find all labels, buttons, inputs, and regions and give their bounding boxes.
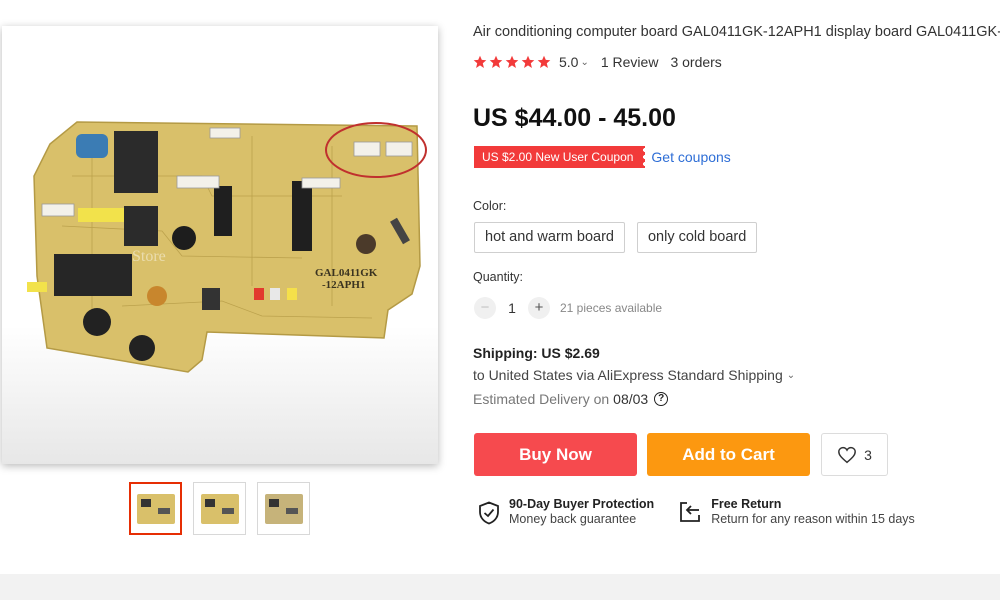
- star-icon: [489, 55, 503, 68]
- delivery-date: 08/03: [613, 391, 649, 407]
- thumbnail-1[interactable]: [129, 482, 182, 535]
- protection-title: 90-Day Buyer Protection: [509, 497, 655, 511]
- rating-score[interactable]: 5.0: [559, 54, 578, 70]
- color-label: Color:: [473, 199, 507, 213]
- buyer-protection: 90-Day Buyer Protection Money back guara…: [478, 497, 654, 526]
- shield-check-icon: [479, 501, 499, 525]
- board-label-line2: -12APH1: [322, 279, 365, 291]
- circuit-board-image: GAL0411GK -12APH1 Store: [2, 121, 438, 464]
- coupon-badge[interactable]: US $2.00 New User Coupon: [474, 146, 646, 168]
- quantity-decrease-button[interactable]: −: [474, 297, 496, 319]
- quantity-input[interactable]: 1: [496, 300, 528, 316]
- action-buttons: Buy Now Add to Cart 3: [474, 433, 888, 476]
- reviews-link[interactable]: 1 Review: [601, 54, 659, 70]
- delivery-label: Estimated Delivery on: [473, 391, 610, 407]
- color-option-hot-and-warm[interactable]: hot and warm board: [474, 222, 625, 253]
- product-main-image[interactable]: GAL0411GK -12APH1 Store: [2, 26, 438, 464]
- star-icon: [505, 55, 519, 68]
- thumbnail-image: [200, 493, 239, 524]
- return-icon: [680, 502, 701, 522]
- star-rating: [473, 55, 551, 69]
- quantity-stepper: − 1 + 21 pieces available: [474, 297, 662, 319]
- thumbnail-image: [264, 493, 303, 524]
- color-option-only-cold[interactable]: only cold board: [636, 222, 758, 253]
- chevron-down-icon[interactable]: ⌄: [787, 370, 795, 381]
- add-to-cart-button[interactable]: Add to Cart: [647, 433, 810, 476]
- chevron-down-icon[interactable]: ⌄: [580, 57, 588, 68]
- star-icon: [521, 55, 535, 68]
- board-label-line1: GAL0411GK: [315, 267, 378, 279]
- help-icon[interactable]: ?: [654, 392, 669, 406]
- star-icon: [537, 55, 551, 68]
- thumbnail-strip: [129, 482, 310, 535]
- product-price: US $44.00 - 45.00: [473, 104, 676, 132]
- orders-count: 3 orders: [670, 54, 722, 70]
- quantity-available: 21 pieces available: [560, 301, 663, 315]
- protection-subtitle: Money back guarantee: [509, 512, 637, 526]
- color-options: hot and warm board only cold board: [474, 222, 758, 253]
- thumbnail-image: [136, 493, 175, 524]
- coupon-row: US $2.00 New User Coupon Get coupons: [474, 146, 731, 168]
- buy-now-button[interactable]: Buy Now: [474, 433, 637, 476]
- star-icon: [473, 55, 487, 68]
- rating-row: 5.0 ⌄ 1 Review 3 orders: [473, 54, 722, 70]
- shipping-method[interactable]: to United States via AliExpress Standard…: [473, 367, 795, 383]
- return-subtitle: Return for any reason within 15 days: [711, 512, 915, 526]
- image-watermark: Store: [132, 248, 166, 265]
- wishlist-button[interactable]: 3: [821, 433, 888, 476]
- heart-icon: [838, 446, 857, 463]
- quantity-label: Quantity:: [473, 270, 524, 284]
- estimated-delivery: Estimated Delivery on 08/03 ?: [473, 391, 669, 407]
- shipping-route[interactable]: to United States via AliExpress Standard…: [473, 367, 783, 383]
- thumbnail-3[interactable]: [257, 482, 310, 535]
- quantity-increase-button[interactable]: +: [528, 297, 550, 319]
- product-title: Air conditioning computer board GAL0411G…: [473, 24, 1000, 40]
- thumbnail-2[interactable]: [193, 482, 246, 535]
- guarantees: 90-Day Buyer Protection Money back guara…: [478, 497, 915, 526]
- free-return: Free Return Return for any reason within…: [678, 497, 915, 526]
- page-bottom-divider: [0, 574, 1000, 600]
- return-title: Free Return: [711, 497, 782, 511]
- shipping-cost: Shipping: US $2.69: [473, 345, 600, 361]
- get-coupons-link[interactable]: Get coupons: [651, 149, 730, 165]
- wishlist-count: 3: [864, 446, 872, 463]
